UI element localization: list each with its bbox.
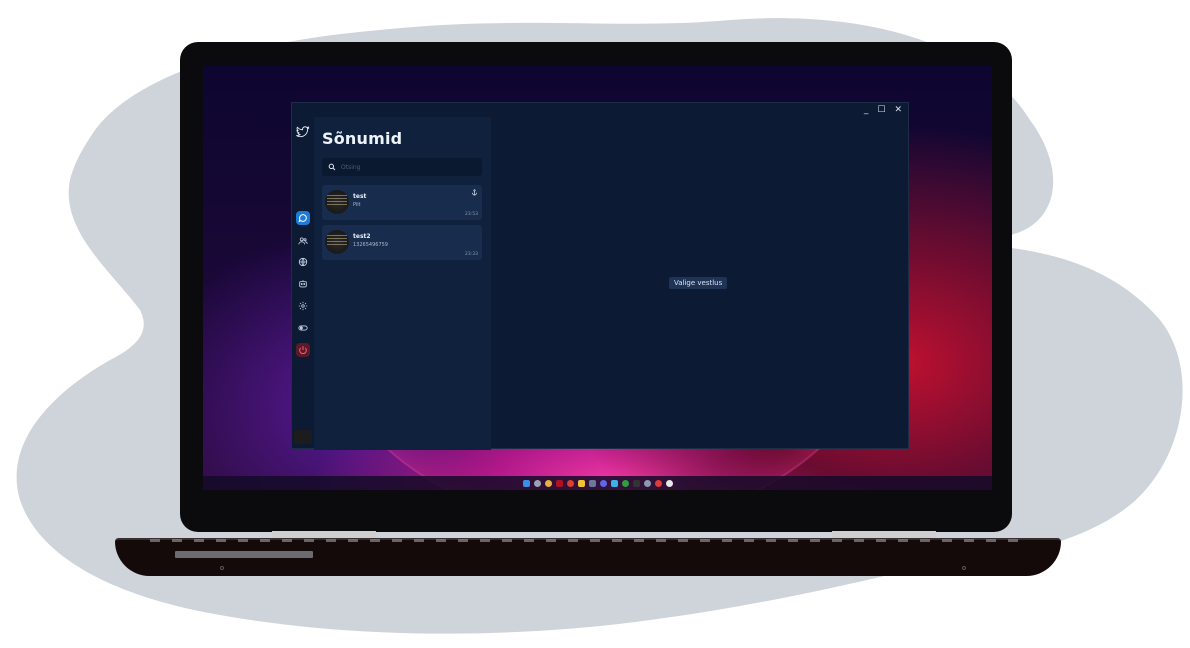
close-button[interactable]: ✕ xyxy=(894,105,902,115)
maximize-button[interactable]: ☐ xyxy=(877,105,885,115)
avatar xyxy=(325,230,349,254)
app-icon[interactable] xyxy=(610,479,618,487)
settings-icon[interactable] xyxy=(533,479,541,487)
chat-list-item[interactable]: test Pilt 23:53 xyxy=(322,185,482,220)
minimize-button[interactable]: _ xyxy=(864,105,869,115)
chat-time: 23:53 xyxy=(465,212,478,217)
xbox-icon[interactable] xyxy=(621,479,629,487)
users-icon xyxy=(298,237,308,245)
chat-preview: 13265496759 xyxy=(353,242,388,248)
scene: _ ☐ ✕ Sõnumid Otsing test Pilt 23:53 tes… xyxy=(0,0,1190,648)
bot-icon xyxy=(299,280,307,288)
pin-icon[interactable] xyxy=(471,189,478,196)
app-icon[interactable] xyxy=(566,479,574,487)
chat-time: 23:33 xyxy=(465,252,478,257)
chat-name: test2 xyxy=(353,233,371,240)
app-icon[interactable] xyxy=(665,479,673,487)
taskbar xyxy=(203,476,992,490)
conversation-area: Valige vestlus xyxy=(491,117,909,450)
nav-contacts-button[interactable] xyxy=(296,234,310,248)
empty-state-label: Valige vestlus xyxy=(669,277,728,289)
user-avatar[interactable] xyxy=(294,430,312,444)
base-led xyxy=(220,566,224,570)
window-controls: _ ☐ ✕ xyxy=(864,105,902,115)
chat-preview: Pilt xyxy=(353,202,361,208)
page-title: Sõnumid xyxy=(322,129,403,148)
app-icon[interactable] xyxy=(654,479,662,487)
app-icon[interactable] xyxy=(599,479,607,487)
search-input[interactable] xyxy=(341,163,471,171)
nav-bot-button[interactable] xyxy=(296,277,310,291)
keyboard-edge xyxy=(150,539,1030,542)
chat-bubble-icon xyxy=(298,214,307,223)
bird-logo-icon[interactable] xyxy=(296,125,310,139)
toggle-icon xyxy=(298,325,308,331)
globe-icon xyxy=(298,257,308,267)
base-led xyxy=(962,566,966,570)
chrome-icon[interactable] xyxy=(544,479,552,487)
app-icon[interactable] xyxy=(632,479,640,487)
nav-toggle-button[interactable] xyxy=(296,321,310,335)
app-icon[interactable] xyxy=(555,479,563,487)
avatar xyxy=(325,190,349,214)
messages-app-window: _ ☐ ✕ Sõnumid Otsing test Pilt 23:53 tes… xyxy=(291,102,909,450)
nav-settings-button[interactable] xyxy=(296,299,310,313)
file-explorer-icon[interactable] xyxy=(577,479,585,487)
search-box xyxy=(322,158,482,176)
chat-list-item[interactable]: test2 13265496759 23:33 xyxy=(322,225,482,260)
chat-name: test xyxy=(353,193,367,200)
search-icon xyxy=(328,163,336,171)
base-vent xyxy=(175,551,313,558)
app-icon[interactable] xyxy=(643,479,651,487)
windows-start-icon[interactable] xyxy=(522,479,530,487)
chat-list-panel: Sõnumid test Pilt 23:53 test2 1326549675… xyxy=(314,117,491,450)
app-icon[interactable] xyxy=(588,479,596,487)
settings-gear-icon xyxy=(298,301,308,311)
nav-rail xyxy=(292,103,314,448)
nav-messages-button[interactable] xyxy=(296,211,310,225)
nav-globe-button[interactable] xyxy=(296,255,310,269)
power-icon xyxy=(299,346,307,355)
nav-power-button[interactable] xyxy=(296,343,310,357)
